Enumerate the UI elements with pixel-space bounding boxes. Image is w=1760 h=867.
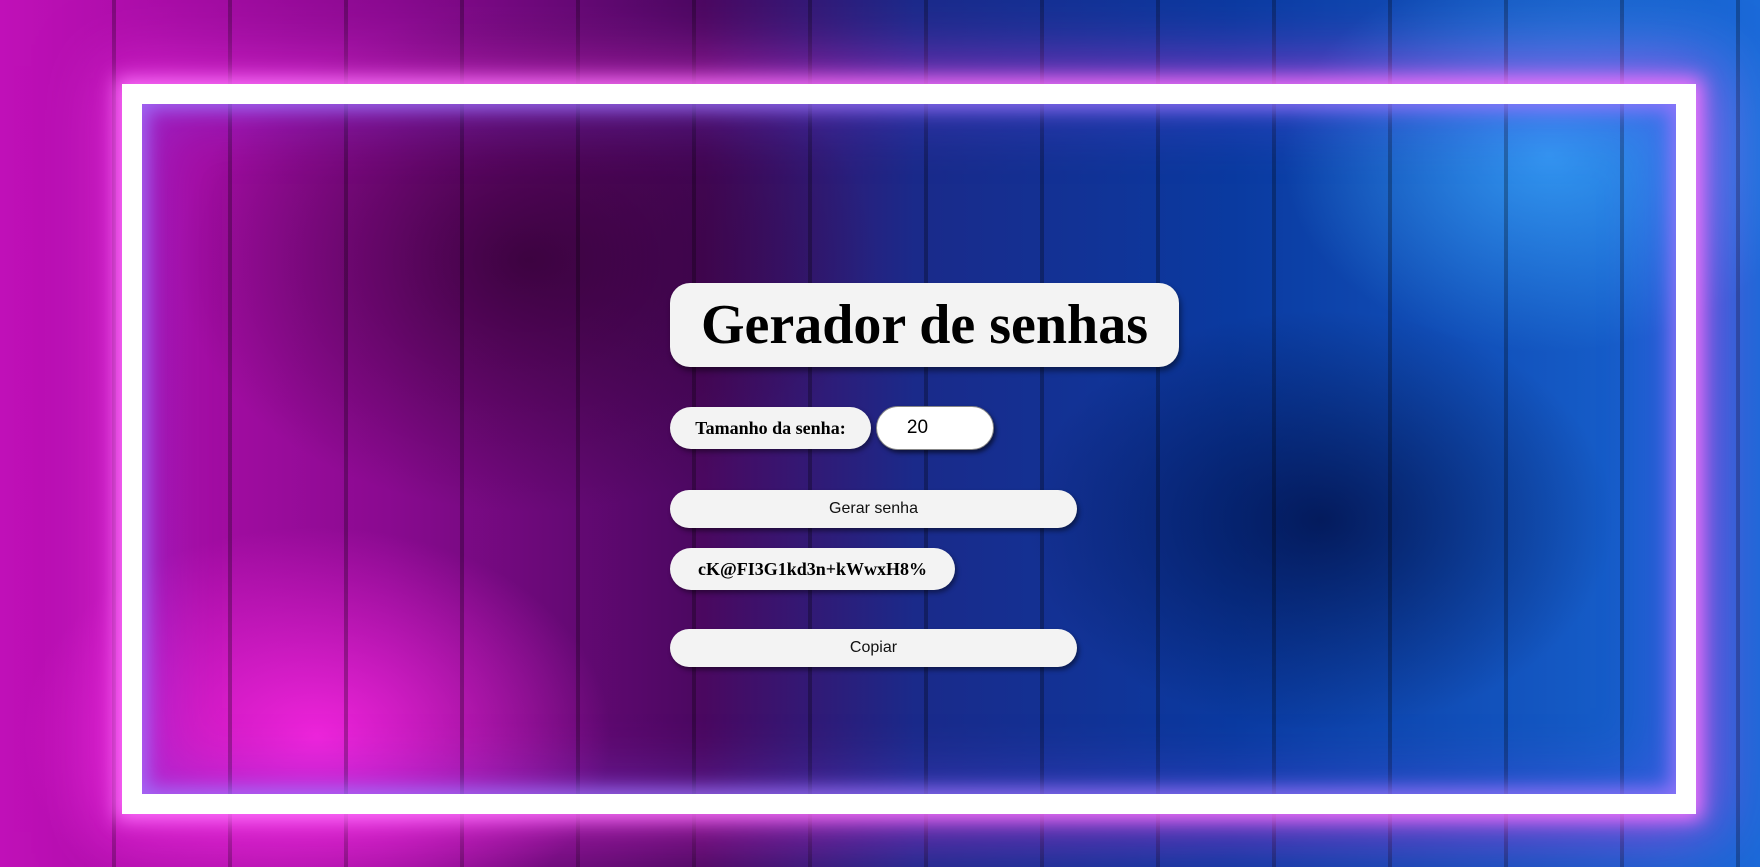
password-length-input[interactable] [876, 406, 994, 450]
generated-password-display: cK@FI3G1kd3n+kWwxH8% [670, 548, 955, 590]
copy-password-button[interactable]: Copiar [670, 629, 1077, 667]
generate-password-button[interactable]: Gerar senha [670, 490, 1077, 528]
title-box: Gerador de senhas [670, 283, 1179, 367]
password-length-label: Tamanho da senha: [670, 407, 871, 449]
password-generator-panel: Gerador de senhas Tamanho da senha: Gera… [670, 283, 1190, 673]
page-title: Gerador de senhas [701, 294, 1148, 356]
